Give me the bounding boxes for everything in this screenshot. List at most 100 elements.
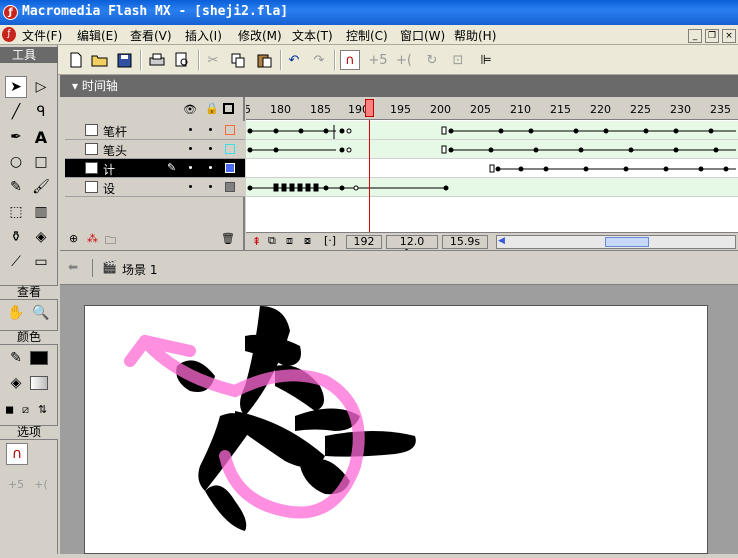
eyedropper-tool-icon[interactable]: ⟋ xyxy=(5,251,27,273)
fill-transform-tool-icon[interactable]: ▥ xyxy=(30,201,52,223)
smooth-option-icon[interactable]: +5 xyxy=(5,473,27,495)
default-colors-icon[interactable]: ◼ xyxy=(5,403,14,416)
fill-color-icon: ◈ xyxy=(10,375,22,391)
layer-row[interactable]: 笔头 xyxy=(65,140,245,159)
scale-icon[interactable]: ⊡ xyxy=(448,50,468,70)
menu-help[interactable]: 帮助(H) xyxy=(454,27,496,44)
current-frame-value: 192 xyxy=(346,235,382,249)
frame-row[interactable] xyxy=(246,159,738,178)
insert-folder-icon[interactable]: 🗀 xyxy=(105,232,116,251)
add-guide-layer-icon[interactable]: ⁂ xyxy=(87,232,98,245)
scroll-left-icon[interactable]: ◀ xyxy=(498,236,505,246)
scrollbar-thumb[interactable] xyxy=(605,237,649,247)
lock-icon[interactable]: 🔒 xyxy=(205,102,219,115)
close-icon[interactable]: × xyxy=(722,29,736,43)
menu-window[interactable]: 窗口(W) xyxy=(400,27,445,44)
onion-outline-icon[interactable]: ⧈ xyxy=(286,234,293,248)
eye-icon[interactable]: 👁 xyxy=(183,103,197,116)
onion-skin-icon[interactable]: ⧉ xyxy=(268,234,276,248)
menu-edit[interactable]: 编辑(E) xyxy=(77,27,118,44)
rotate-icon[interactable]: ↻ xyxy=(422,50,442,70)
delete-layer-icon[interactable]: 🗑 xyxy=(221,232,235,245)
smooth-icon[interactable]: +5 xyxy=(368,50,388,70)
pen-tool-icon[interactable]: ✒ xyxy=(5,126,27,148)
lasso-tool-icon[interactable]: ᑫ xyxy=(30,101,52,123)
tools-panel-title: 工具 xyxy=(0,47,58,63)
minimize-icon[interactable]: _ xyxy=(688,29,702,43)
frame-row[interactable] xyxy=(246,178,738,197)
frames-area[interactable]: 5 180 185 190 195 200 205 210 215 220 22… xyxy=(246,97,738,250)
layer-icon xyxy=(85,181,98,193)
insert-layer-icon[interactable]: ⊕ xyxy=(69,232,78,245)
rectangle-tool-icon[interactable]: □ xyxy=(30,151,52,173)
scene-label[interactable]: 场景 1 xyxy=(122,261,157,278)
pencil-tool-icon[interactable]: ✎ xyxy=(5,176,27,198)
print-preview-icon[interactable] xyxy=(172,50,192,70)
timeline-header[interactable]: ▾ 时间轴 xyxy=(60,75,738,97)
text-tool-icon[interactable]: A xyxy=(30,126,52,148)
layer-row[interactable]: 笔杆 xyxy=(65,121,245,140)
stroke-color-icon: ✎ xyxy=(10,350,22,366)
timeline-title: 时间轴 xyxy=(81,79,118,93)
modify-markers-icon[interactable]: [·] xyxy=(324,234,336,247)
center-frame-icon[interactable]: ⇞ xyxy=(252,235,261,248)
undo-icon[interactable]: ↶ xyxy=(284,50,304,70)
document-icon[interactable]: ƒ xyxy=(2,27,16,42)
menu-insert[interactable]: 插入(I) xyxy=(185,27,222,44)
stroke-color-swatch[interactable] xyxy=(30,351,48,365)
snap-to-objects-icon[interactable]: ∩ xyxy=(340,50,360,70)
layer-outline-color[interactable] xyxy=(225,125,235,135)
ruler-number: 205 xyxy=(470,103,491,116)
fill-color-swatch[interactable] xyxy=(30,376,48,390)
copy-icon[interactable] xyxy=(228,50,248,70)
scene-icon: 🎬 xyxy=(102,260,117,274)
frame-row[interactable] xyxy=(246,140,738,159)
frame-ruler[interactable]: 5 180 185 190 195 200 205 210 215 220 22… xyxy=(246,97,738,120)
restore-icon[interactable]: ❐ xyxy=(705,29,719,43)
eraser-tool-icon[interactable]: ▭ xyxy=(30,251,52,273)
back-arrow-icon[interactable]: ⬅ xyxy=(68,260,78,274)
arrow-tool-icon[interactable]: ➤ xyxy=(5,76,27,98)
open-folder-icon[interactable] xyxy=(90,50,110,70)
straighten-option-icon[interactable]: +( xyxy=(30,473,52,495)
menu-control[interactable]: 控制(C) xyxy=(346,27,388,44)
hand-tool-icon[interactable]: ✋ xyxy=(5,302,27,324)
menu-modify[interactable]: 修改(M) xyxy=(238,27,282,44)
menu-view[interactable]: 查看(V) xyxy=(130,27,172,44)
line-tool-icon[interactable]: ╱ xyxy=(5,101,27,123)
menu-text[interactable]: 文本(T) xyxy=(292,27,333,44)
redo-icon[interactable]: ↷ xyxy=(309,50,329,70)
title-bar: ƒ Macromedia Flash MX - [sheji2.fla] xyxy=(0,0,738,25)
layer-icon xyxy=(85,124,98,136)
paint-bucket-tool-icon[interactable]: ◈ xyxy=(30,226,52,248)
new-file-icon[interactable] xyxy=(66,50,86,70)
frame-row[interactable] xyxy=(246,121,738,140)
brush-tool-icon[interactable]: 🖌 xyxy=(30,176,52,198)
subselect-tool-icon[interactable]: ▷ xyxy=(30,76,52,98)
layer-row[interactable]: 设 xyxy=(65,178,245,197)
align-icon[interactable]: ⊫ xyxy=(476,50,496,70)
snap-option-icon[interactable]: ∩ xyxy=(6,443,28,465)
edit-multiple-frames-icon[interactable]: ⧇ xyxy=(304,234,311,248)
layer-outline-color[interactable] xyxy=(225,163,235,173)
paste-icon[interactable] xyxy=(254,50,274,70)
free-transform-tool-icon[interactable]: ⬚ xyxy=(5,201,27,223)
stage-canvas[interactable] xyxy=(84,305,708,554)
outline-icon[interactable] xyxy=(223,103,234,114)
layer-outline-color[interactable] xyxy=(225,182,235,192)
zoom-tool-icon[interactable]: 🔍 xyxy=(30,302,52,324)
menu-file[interactable]: 文件(F) xyxy=(22,27,62,44)
layer-outline-color[interactable] xyxy=(225,144,235,154)
document-window-controls: _ ❐ × xyxy=(685,27,736,43)
layer-row[interactable]: 计 ✎ xyxy=(65,159,245,178)
horizontal-scrollbar[interactable]: ◀ xyxy=(496,235,736,249)
oval-tool-icon[interactable]: ○ xyxy=(5,151,27,173)
ink-bottle-tool-icon[interactable]: ⚱ xyxy=(5,226,27,248)
save-icon[interactable] xyxy=(114,50,134,70)
print-icon[interactable] xyxy=(147,50,167,70)
no-color-icon[interactable]: ⧄ xyxy=(22,403,29,417)
straighten-icon[interactable]: +( xyxy=(394,50,414,70)
swap-colors-icon[interactable]: ⇅ xyxy=(38,403,47,416)
playhead[interactable] xyxy=(365,99,374,117)
cut-icon[interactable]: ✂ xyxy=(203,50,223,70)
